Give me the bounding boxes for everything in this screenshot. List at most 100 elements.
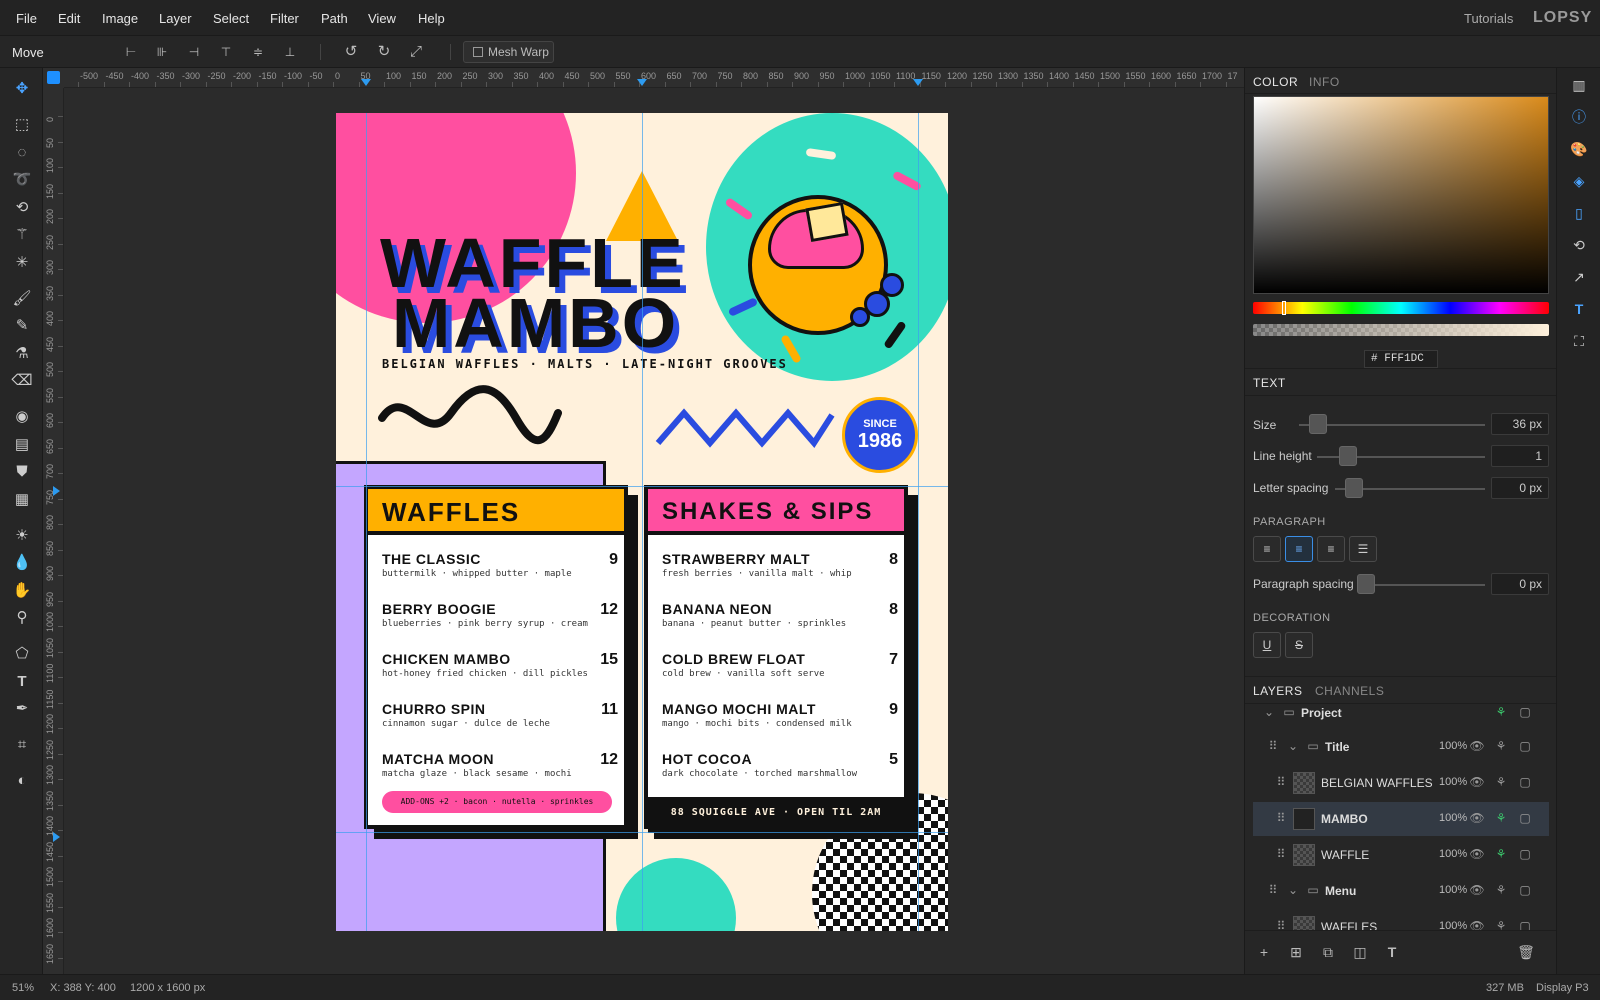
layer-opacity[interactable]: 100% [1439,776,1467,788]
layer-opacity[interactable]: 100% [1439,884,1467,896]
menu-filter[interactable]: Filter [270,11,299,26]
pen-icon[interactable]: ✒ [11,698,33,720]
menu-view[interactable]: View [368,11,396,26]
menu-select[interactable]: Select [213,11,249,26]
lock-icon[interactable]: ▢ [1517,810,1533,826]
eye-icon[interactable]: 👁 [1469,738,1485,754]
chevron-down-icon[interactable]: ⌄ [1261,704,1277,720]
history-icon[interactable]: ⟲ [1568,234,1590,256]
paragraph-spacing-slider[interactable] [1357,584,1485,586]
tab-channels[interactable]: CHANNELS [1315,684,1384,698]
hex-input[interactable]: # FFF1DC [1364,350,1438,368]
gradient-icon[interactable]: ▤ [11,434,33,456]
image-edit-icon[interactable]: ⛶ [1568,330,1590,352]
layer-row-title[interactable]: ⠿ ⌄ ▭ Title 100% 👁 ⚘ ▢ [1253,730,1549,764]
paragraph-spacing-knob[interactable] [1357,574,1375,594]
mesh-warp-button[interactable]: Mesh Warp [463,41,554,63]
mask-icon[interactable]: ⚘ [1493,846,1509,862]
line-height-knob[interactable] [1339,446,1357,466]
lasso-icon[interactable]: ➰ [11,169,33,191]
strikethrough-button[interactable]: S [1285,632,1313,658]
lock-icon[interactable]: ▢ [1517,846,1533,862]
contrast-icon[interactable]: ◐ [11,770,33,792]
align-left-text-icon[interactable]: ≡ [1253,536,1281,562]
expand-icon[interactable]: ⤢ [406,42,426,62]
align-center-text-icon[interactable]: ≡ [1285,536,1313,562]
move-tool-icon[interactable]: ✥ [11,78,33,100]
align-right-icon[interactable]: ⊣ [184,42,204,62]
justify-text-icon[interactable]: ☰ [1349,536,1377,562]
tab-text[interactable]: TEXT [1253,376,1286,390]
layers-list[interactable]: ⌄ ▭ Project ⚘ ▢ ⠿ ⌄ ▭ Title 100% 👁 ⚘ ▢ ⠿… [1245,704,1557,930]
guide-line[interactable] [336,832,948,833]
lock-icon[interactable]: ▢ [1517,704,1533,720]
guide-line[interactable] [918,113,919,931]
text-tool-icon[interactable]: T [11,671,33,693]
shape-icon[interactable]: ⬠ [11,643,33,665]
menu-layer[interactable]: Layer [159,11,192,26]
crop-icon[interactable]: ⌗ [11,734,33,756]
duplicate-icon[interactable]: ⧉ [1319,943,1337,961]
guide-line[interactable] [336,486,948,487]
layers-icon[interactable]: ◈ [1568,170,1590,192]
magic-wand-icon[interactable]: ⚚ [11,224,33,246]
add-folder-icon[interactable]: ⊞ [1287,943,1305,961]
brush-icon[interactable]: 🖌 [11,288,33,310]
menu-edit[interactable]: Edit [58,11,80,26]
magnetic-lasso-icon[interactable]: ⟲ [11,197,33,219]
columns-icon[interactable]: ▯ [1568,202,1590,224]
eye-icon[interactable]: 👁 [1469,810,1485,826]
title-mambo[interactable]: MAMBO [392,283,679,363]
align-top-icon[interactable]: ⊤ [216,42,236,62]
quick-select-icon[interactable]: ✳ [11,252,33,274]
rotate-cw-icon[interactable]: ↻ [374,42,394,62]
ruler-corner[interactable] [43,68,64,88]
layer-opacity[interactable]: 100% [1439,740,1467,752]
drag-handle-icon[interactable]: ⠿ [1265,738,1281,754]
pencil-icon[interactable]: ✎ [11,315,33,337]
eye-icon[interactable]: 👁 [1469,882,1485,898]
drag-handle-icon[interactable]: ⠿ [1273,810,1289,826]
eyedropper-icon[interactable]: ⚲ [11,607,33,629]
size-slider-knob[interactable] [1309,414,1327,434]
underline-button[interactable]: U [1253,632,1281,658]
layer-row-waffles[interactable]: ⠿ WAFFLES 100% 👁 ⚘ ▢ [1253,910,1549,930]
hue-slider[interactable] [1253,301,1549,315]
drag-handle-icon[interactable]: ⠿ [1265,882,1281,898]
layer-row-belgian-waffles[interactable]: ⠿ BELGIAN WAFFLES 100% 👁 ⚘ ▢ [1253,766,1549,800]
rect-select-icon[interactable]: ⬚ [11,114,33,136]
line-height-input[interactable]: 1 [1491,445,1549,467]
hue-handle[interactable] [1282,301,1286,315]
layer-row-waffle[interactable]: ⠿ WAFFLE 100% 👁 ⚘ ▢ [1253,838,1549,872]
mask-add-icon[interactable]: ◫ [1351,943,1369,961]
eye-icon[interactable]: 👁 [1469,846,1485,862]
layer-row-mambo[interactable]: ⠿ MAMBO 100% 👁 ⚘ ▢ [1253,802,1549,836]
dodge-icon[interactable]: ☀ [11,525,33,547]
ruler-top[interactable]: -500 -450 -400 -350 -300 -250 -200 -150 -100 -50 0… [64,68,1244,88]
menu-file[interactable]: File [16,11,37,26]
smudge-icon[interactable]: 💧 [11,552,33,574]
chevron-down-icon[interactable]: ⌄ [1285,738,1301,754]
drag-handle-icon[interactable]: ⠿ [1273,918,1289,930]
guide-line[interactable] [642,113,643,931]
bucket-icon[interactable]: ◉ [11,406,33,428]
align-hcenter-icon[interactable]: ⊪ [152,42,172,62]
letter-spacing-knob[interactable] [1345,478,1363,498]
lock-icon[interactable]: ▢ [1517,774,1533,790]
mask-icon[interactable]: ⚘ [1493,774,1509,790]
spray-icon[interactable]: ⚗ [11,343,33,365]
info-icon[interactable]: ⓘ [1568,106,1590,128]
color-field[interactable] [1253,96,1549,294]
trash-icon[interactable]: 🗑 [1517,943,1535,961]
poster-document[interactable]: WAFFLE MAMBO BELGIAN WAFFLES · MALTS · L… [336,113,948,931]
align-bottom-icon[interactable]: ⊥ [280,42,300,62]
rotate-ccw-icon[interactable]: ↺ [341,42,361,62]
curve-icon[interactable]: ↗ [1568,266,1590,288]
shakes-card[interactable]: SHAKES & SIPS STRAWBERRY MALT 8 fresh berr… [644,485,908,833]
lock-icon[interactable]: ▢ [1517,918,1533,930]
guide-marker[interactable] [53,832,60,842]
hand-icon[interactable]: ✋ [11,580,33,602]
alpha-slider[interactable] [1253,324,1549,336]
mask-icon[interactable]: ⚘ [1493,704,1509,720]
align-vcenter-icon[interactable]: ≑ [248,42,268,62]
